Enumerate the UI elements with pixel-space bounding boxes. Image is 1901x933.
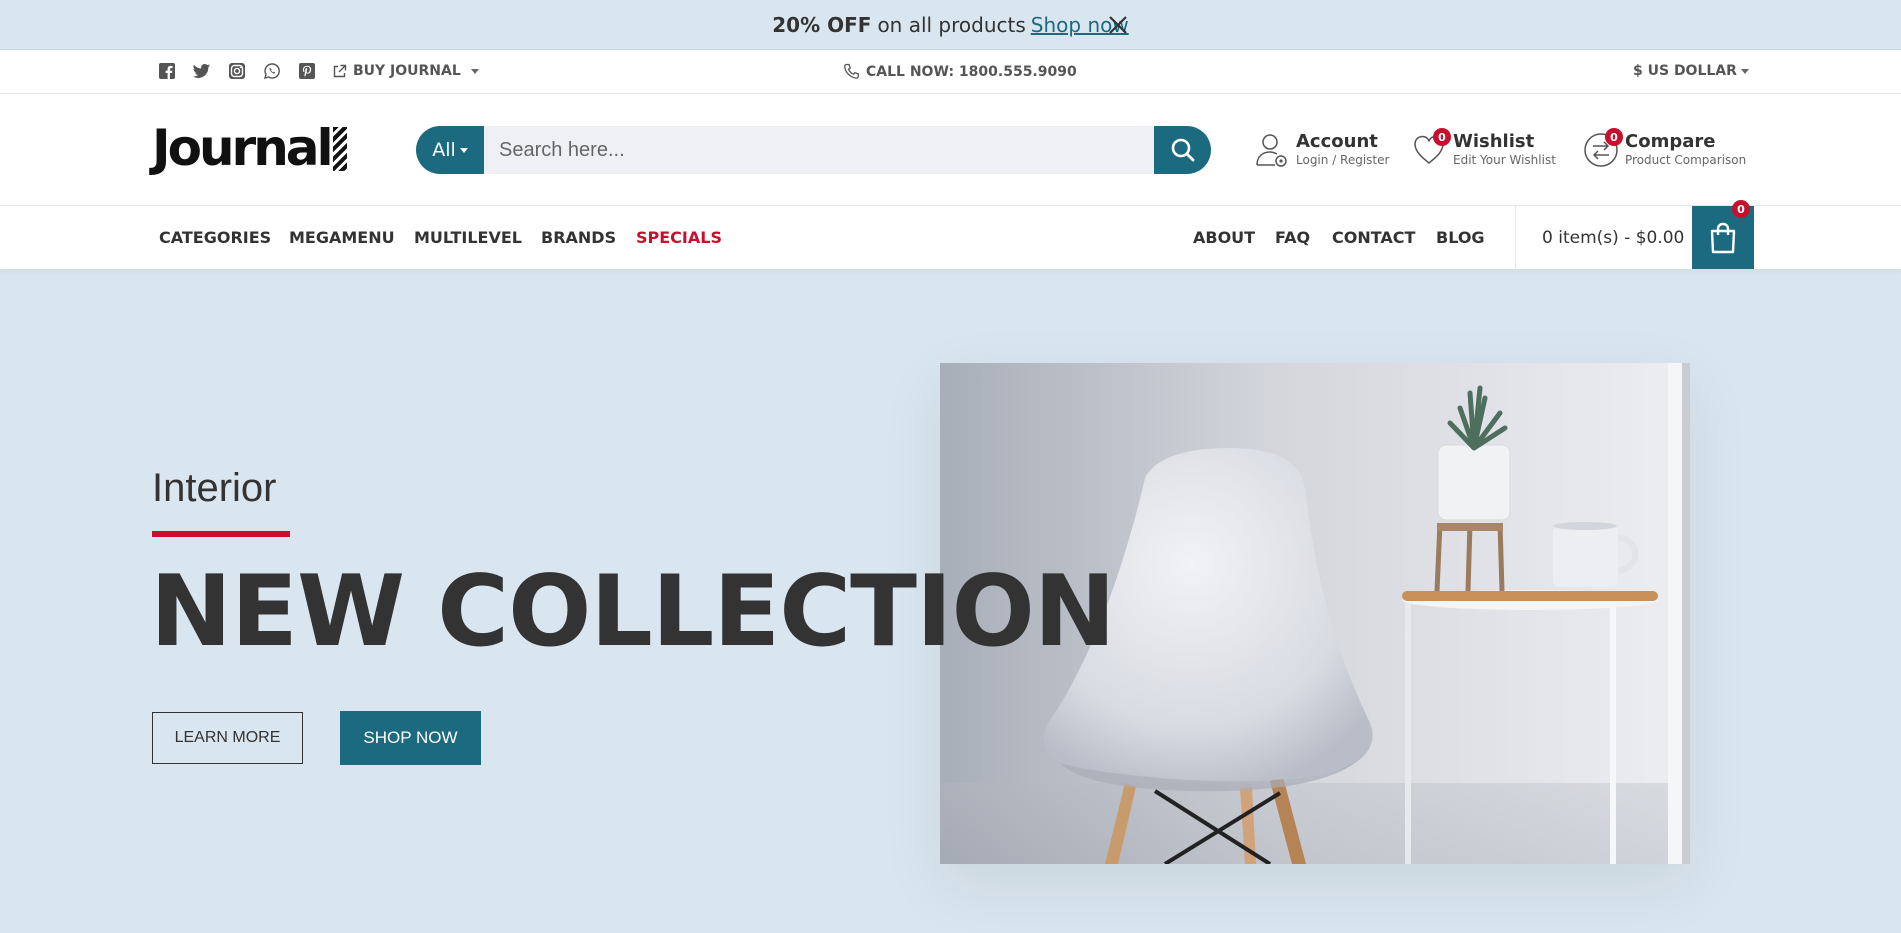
cart-button[interactable]: 0 item(s) - $0.00 0 <box>1515 200 1754 269</box>
call-now: CALL NOW: 1800.555.9090 <box>843 63 1077 80</box>
account-title: Account <box>1296 131 1378 152</box>
main-header: Journal All Account Login / Register 0 W… <box>0 94 1901 206</box>
close-icon[interactable] <box>1106 13 1130 37</box>
currency-selector[interactable]: $ US DOLLAR <box>1633 63 1749 79</box>
social-links <box>158 62 316 80</box>
nav-specials[interactable]: SPECIALS <box>636 228 722 247</box>
wishlist-title: Wishlist <box>1453 131 1535 152</box>
whatsapp-icon[interactable] <box>263 62 281 80</box>
logo-mark <box>332 127 347 171</box>
nav-blog[interactable]: BLOG <box>1436 228 1485 247</box>
twitter-icon[interactable] <box>193 62 211 80</box>
logo[interactable]: Journal <box>152 119 347 177</box>
promo-discount: 20% OFF <box>772 12 872 37</box>
shopping-bag-icon: 0 <box>1692 200 1754 269</box>
user-icon <box>1254 130 1290 170</box>
compare-title: Compare <box>1625 131 1716 152</box>
search-button[interactable] <box>1154 126 1211 174</box>
account-link[interactable]: Account Login / Register <box>1254 130 1389 170</box>
facebook-icon[interactable] <box>158 62 176 80</box>
nav-about[interactable]: ABOUT <box>1193 228 1255 247</box>
hero-title: NEW COLLECTION <box>150 555 1116 669</box>
hero-subtitle: Interior <box>152 466 277 510</box>
wishlist-count-badge: 0 <box>1433 128 1451 146</box>
hero-accent-line <box>152 531 290 537</box>
instagram-icon[interactable] <box>228 62 246 80</box>
logo-text: Journal <box>152 119 334 177</box>
shop-now-button[interactable]: SHOP NOW <box>340 711 481 765</box>
wishlist-link[interactable]: 0 Wishlist Edit Your Wishlist <box>1411 128 1556 170</box>
call-now-label: CALL NOW: 1800.555.9090 <box>866 63 1077 80</box>
nav-contact[interactable]: CONTACT <box>1332 228 1415 247</box>
nav-faq[interactable]: FAQ <box>1275 228 1310 247</box>
compare-icon: 0 <box>1583 128 1623 170</box>
promo-bar: 20% OFF on all products Shop now <box>0 0 1901 50</box>
search-icon <box>1171 138 1194 162</box>
search-bar: All <box>416 126 1211 174</box>
wishlist-subtitle: Edit Your Wishlist <box>1453 153 1556 167</box>
learn-more-button[interactable]: LEARN MORE <box>152 712 303 764</box>
compare-subtitle: Product Comparison <box>1625 153 1747 167</box>
chevron-down-icon <box>470 68 479 74</box>
buy-journal-link[interactable]: BUY JOURNAL <box>332 63 479 79</box>
search-category-label: All <box>432 139 456 161</box>
nav-multilevel[interactable]: MULTILEVEL <box>414 228 522 247</box>
phone-icon <box>844 63 859 79</box>
heart-icon: 0 <box>1411 128 1451 170</box>
nav-brands[interactable]: BRANDS <box>541 228 616 247</box>
nav-categories[interactable]: CATEGORIES <box>159 228 271 247</box>
compare-link[interactable]: 0 Compare Product Comparison <box>1583 128 1747 170</box>
currency-label: $ US DOLLAR <box>1633 63 1737 79</box>
compare-count-badge: 0 <box>1605 128 1623 146</box>
account-subtitle: Login / Register <box>1296 153 1390 167</box>
top-bar: BUY JOURNAL CALL NOW: 1800.555.9090 $ US… <box>0 50 1901 94</box>
chevron-down-icon <box>459 147 468 153</box>
search-category-dropdown[interactable]: All <box>416 126 484 174</box>
nav-megamenu[interactable]: MEGAMENU <box>289 228 395 247</box>
promo-text: on all products <box>877 12 1026 37</box>
cart-count-badge: 0 <box>1732 200 1750 218</box>
main-nav: CATEGORIES MEGAMENU MULTILEVEL BRANDS SP… <box>0 200 1901 269</box>
chevron-down-icon <box>1740 68 1749 74</box>
buy-journal-label: BUY JOURNAL <box>353 63 461 79</box>
cart-summary: 0 item(s) - $0.00 <box>1542 227 1685 248</box>
pinterest-icon[interactable] <box>298 62 316 80</box>
external-link-icon <box>333 64 347 77</box>
search-input[interactable] <box>484 126 1154 174</box>
